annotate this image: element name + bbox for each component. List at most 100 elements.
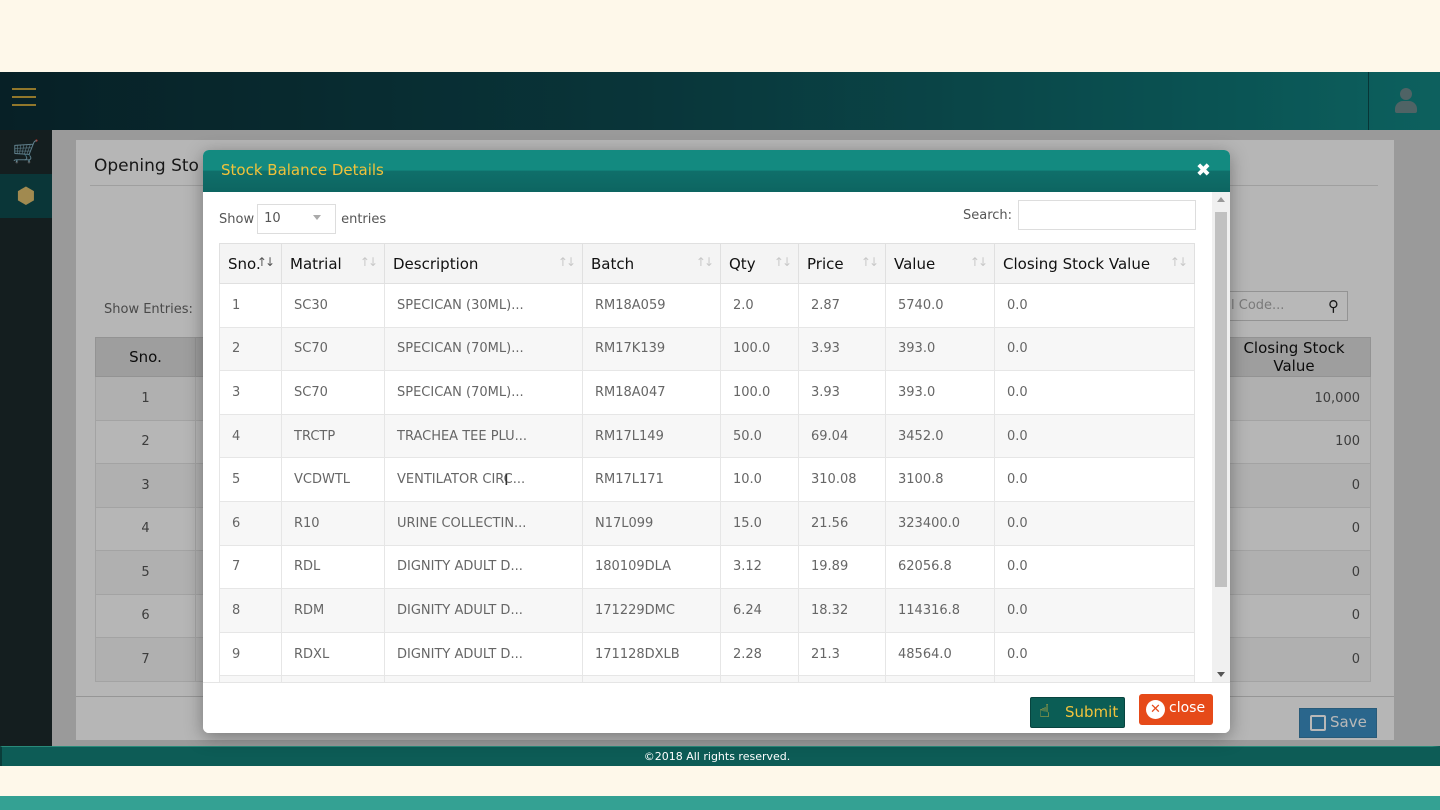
col-header-matrial[interactable]: Matrial ↑↓	[281, 243, 385, 284]
col-header-value[interactable]: Value ↑↓	[885, 243, 995, 284]
table-row[interactable]: 8 RDM DIGNITY ADULT D... 171229DMC 6.24 18.32…	[219, 588, 1195, 633]
cell-description: DIGNITY ADULT D...	[384, 631, 583, 677]
cell-description: SPECICAN (30ML)...	[384, 283, 583, 328]
col-header-label: Price	[807, 254, 844, 273]
cell-description: SPECICAN (70ML)...	[384, 370, 583, 415]
cell-sno: 1	[219, 283, 282, 328]
cell-description: VENTILATOR CIRC...	[384, 457, 583, 502]
cell-qty: 3.12	[720, 544, 799, 590]
entries-label: entries	[341, 211, 387, 227]
cell-qty: 6.24	[720, 588, 799, 633]
col-header-label: Qty	[729, 254, 756, 273]
cell-sno: 4	[219, 413, 282, 459]
cell-material: RDL	[281, 544, 385, 590]
cell-qty: 2.0	[720, 283, 799, 328]
cell-closing-stock-value: 0.0	[994, 544, 1195, 590]
col-header-sno[interactable]: Sno. ↑↓	[219, 243, 282, 284]
cell-description: DIGNITY ADULT D...	[384, 544, 583, 590]
sort-icon: ↑↓	[969, 255, 988, 269]
sort-icon: ↑↓	[695, 255, 714, 269]
cell-value: 393.0	[885, 370, 995, 415]
cell-batch: N17L099	[582, 500, 721, 546]
cell-price: 19.89	[798, 544, 886, 590]
cell-price: 21.3	[798, 631, 886, 677]
col-header-batch[interactable]: Batch ↑↓	[582, 243, 721, 284]
cell-description: URINE COLLECTIN...	[384, 500, 583, 546]
cell-price: 18.32	[798, 588, 886, 633]
table-scroll-area[interactable]: Sno. ↑↓ Matrial ↑↓ Description ↑↓ Batch ↑↓ Q…	[219, 243, 1195, 683]
page-size-select[interactable]: 10	[257, 204, 337, 234]
cell-value: 3452.0	[885, 413, 995, 459]
cell-material: RDXL	[281, 631, 385, 677]
cell-sno: 3	[219, 370, 282, 415]
cell-material: SC70	[281, 370, 385, 415]
cell-value: 62056.8	[885, 544, 995, 590]
modal-scrollbar[interactable]	[1212, 192, 1230, 682]
col-header-closing-stock-value[interactable]: Closing Stock Value ↑↓	[994, 243, 1195, 284]
table-row[interactable]: 9 RDXL DIGNITY ADULT D... 171128DXLB 2.28 21.…	[219, 631, 1195, 677]
cell-closing-stock-value: 0.0	[994, 457, 1195, 502]
col-header-label: Sno.	[228, 254, 261, 273]
sort-icon: ↑↓	[359, 255, 378, 269]
cell-value: 48564.0	[885, 631, 995, 677]
search-input[interactable]	[1018, 200, 1197, 230]
sort-icon: ↑↓	[773, 255, 792, 269]
submit-button[interactable]: ☝ Submit	[1030, 697, 1125, 728]
cell-sno: 2	[219, 326, 282, 372]
cell-batch: RM17L149	[582, 413, 721, 459]
stock-balance-modal: Stock Balance Details ✖ Show 10 entries …	[203, 150, 1230, 733]
modal-header: Stock Balance Details ✖	[203, 150, 1230, 192]
cell-qty: 50.0	[720, 413, 799, 459]
col-header-qty[interactable]: Qty ↑↓	[720, 243, 799, 284]
cell-value: 323400.0	[885, 500, 995, 546]
close-icon[interactable]: ✖	[1196, 160, 1211, 181]
col-header-label: Batch	[591, 254, 635, 273]
cell-price: 69.04	[798, 413, 886, 459]
table-row[interactable]: 5 VCDWTL VENTILATOR CIRC... RM17L171 10.0 310…	[219, 457, 1195, 502]
table-row[interactable]: 6 R10 URINE COLLECTIN... N17L099 15.0 21.56 32…	[219, 500, 1195, 546]
cell-qty: 100.0	[720, 370, 799, 415]
cell-description: SPECICAN (70ML)...	[384, 326, 583, 372]
col-header-label: Description	[393, 254, 479, 273]
copyright-footer: ©2018 All rights reserved.	[0, 746, 1440, 766]
cell-description: TRACHEA TEE PLU...	[384, 413, 583, 459]
col-header-price[interactable]: Price ↑↓	[798, 243, 886, 284]
cell-qty: 100.0	[720, 326, 799, 372]
scroll-thumb[interactable]	[1215, 212, 1227, 587]
sort-asc-icon: ↑↓	[256, 255, 275, 269]
table-row[interactable]: 7 RDL DIGNITY ADULT D... 180109DLA 3.12 19.89…	[219, 544, 1195, 590]
entries-length-control: Show 10 entries	[219, 204, 386, 234]
top-margin	[0, 0, 1440, 72]
cell-sno: 5	[219, 457, 282, 502]
cell-material: R10	[281, 500, 385, 546]
scroll-down-icon[interactable]	[1217, 672, 1225, 677]
text-cursor-icon: I	[504, 470, 509, 489]
cell-closing-stock-value: 0.0	[994, 500, 1195, 546]
scroll-up-icon[interactable]	[1217, 197, 1225, 202]
cell-price: 310.08	[798, 457, 886, 502]
cell-batch: RM18A059	[582, 283, 721, 328]
modal-title: Stock Balance Details	[221, 161, 384, 179]
table-row[interactable]: 2 SC70 SPECICAN (70ML)... RM17K139 100.0 3.93…	[219, 326, 1195, 372]
cell-price: 2.87	[798, 283, 886, 328]
x-circle-icon: ✕	[1146, 700, 1165, 719]
cell-sno: 8	[219, 588, 282, 633]
table-search: Search:	[963, 200, 1197, 230]
cell-material: TRCTP	[281, 413, 385, 459]
cell-value: 114316.8	[885, 588, 995, 633]
show-label: Show	[219, 211, 255, 227]
table-row[interactable]: 4 TRCTP TRACHEA TEE PLU... RM17L149 50.0 69.0…	[219, 413, 1195, 459]
cell-batch: 171229DMC	[582, 588, 721, 633]
table-row[interactable]: 3 SC70 SPECICAN (70ML)... RM18A047 100.0 3.93…	[219, 370, 1195, 415]
cell-price: 3.93	[798, 326, 886, 372]
table-row[interactable]: 1 SC30 SPECICAN (30ML)... RM18A059 2.0 2.87 57…	[219, 283, 1195, 328]
close-button[interactable]: ✕ close	[1139, 694, 1213, 725]
cell-batch: 180109DLA	[582, 544, 721, 590]
col-header-description[interactable]: Description ↑↓	[384, 243, 583, 284]
stock-balance-table: Sno. ↑↓ Matrial ↑↓ Description ↑↓ Batch ↑↓ Q…	[219, 243, 1195, 683]
search-label: Search:	[963, 207, 1013, 223]
cell-batch: RM18A047	[582, 370, 721, 415]
close-label: close	[1169, 700, 1206, 716]
cell-batch: RM17K139	[582, 326, 721, 372]
chevron-down-icon	[313, 215, 322, 220]
